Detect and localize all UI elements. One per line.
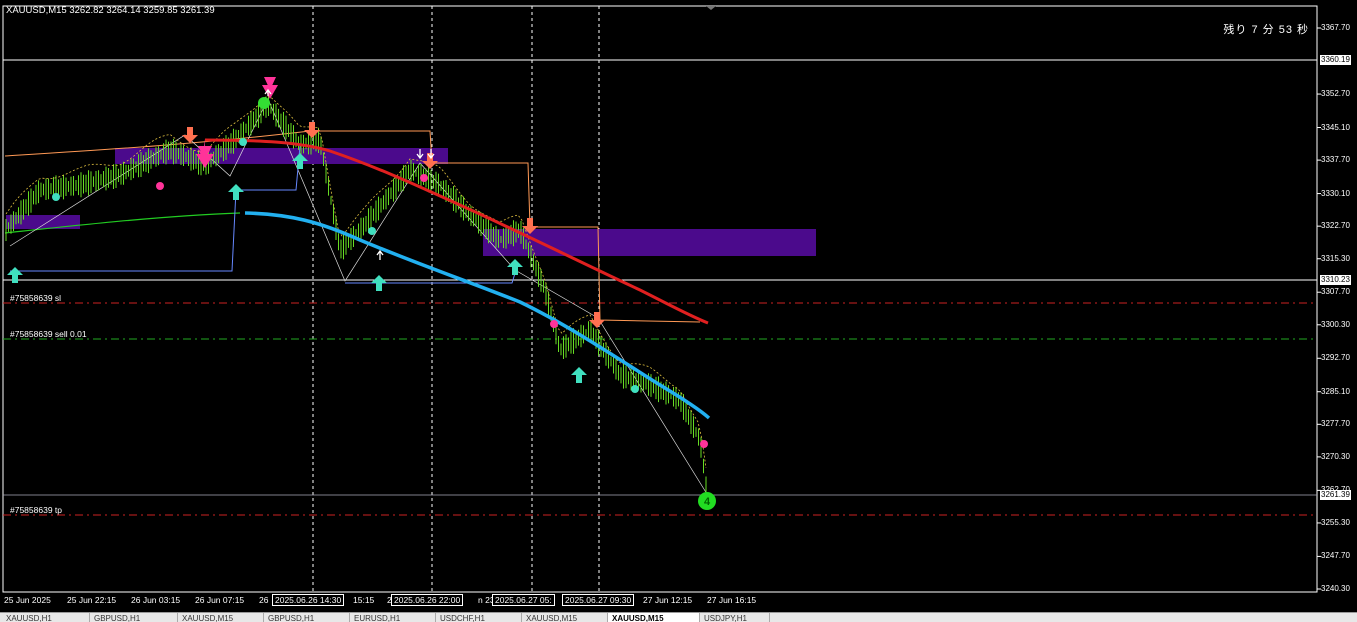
circle-marker: [368, 227, 376, 235]
current-bar-marker: 4: [698, 492, 716, 510]
support-steps-2: [345, 269, 517, 284]
vertical-markers: [312, 6, 600, 592]
circle-marker: [258, 97, 270, 109]
bar-countdown: 残り 7 分 53 秒: [1223, 24, 1309, 36]
time-label: 15:15: [353, 595, 375, 605]
price-tag-top: 3360.19: [1320, 55, 1351, 65]
time-label: 27 Jun 12:15: [643, 595, 693, 605]
up-arrow: [228, 184, 244, 200]
price-tick-label: 3300.30: [1321, 319, 1350, 329]
time-label: 26 Jun 03:15: [131, 595, 181, 605]
up-arrow: [7, 267, 23, 283]
price-tick-label: 3255.30: [1321, 517, 1350, 527]
circle-marker: [700, 440, 708, 448]
circle-marker: [631, 385, 639, 393]
up-arrow: [507, 259, 523, 275]
price-tick-label: 3315.30: [1321, 253, 1350, 263]
price-tick-label: 3367.70: [1321, 23, 1350, 32]
crosshair-time-label: 2025.06.26 22:00: [391, 594, 464, 606]
chart-window[interactable]: 4 XAUUSD,M15 3262.82 3264.14 3259.85 326…: [0, 0, 1357, 612]
order-sell-label[interactable]: #75858639 sell 0.01: [10, 329, 87, 340]
circle-marker: [52, 193, 60, 201]
crosshair-time-label: 2025.06.27 09:30: [562, 594, 635, 606]
price-tick-label: 3330.10: [1321, 188, 1350, 198]
crosshair-time-label: 2025.06.26 14:30: [272, 594, 345, 606]
price-tick-label: 3345.10: [1321, 122, 1350, 132]
price-tag-bid: 3261.39: [1320, 490, 1351, 500]
circle-marker: [550, 320, 558, 328]
down-arrow: [182, 127, 198, 143]
crosshair-time-label: 2025.06.27 05:: [492, 594, 555, 606]
symbol-info: XAUUSD,M15 3262.82 3264.14 3259.85 3261.…: [6, 5, 215, 16]
circle-marker: [156, 182, 164, 190]
price-chart[interactable]: 4: [0, 0, 1357, 612]
price-tick-label: 3307.70: [1321, 287, 1350, 297]
price-tick-label: 3322.70: [1321, 221, 1350, 231]
order-tp-label[interactable]: #75858639 tp: [10, 505, 62, 516]
time-label: 27 Jun 16:15: [707, 595, 757, 605]
price-tick-label: 3337.70: [1321, 155, 1350, 165]
time-label: 25 Jun 22:15: [67, 595, 117, 605]
time-label: 26 Jun 07:15: [195, 595, 245, 605]
up-arrow: [371, 275, 387, 291]
price-tick-label: 3240.30: [1321, 584, 1350, 593]
price-tick-label: 3352.70: [1321, 89, 1350, 99]
time-label: 26: [259, 595, 269, 605]
circle-marker: [239, 138, 247, 146]
down-arrow: [304, 122, 320, 138]
buy-signal-arrows: [7, 153, 587, 383]
price-tick-label: 3247.70: [1321, 551, 1350, 561]
circle-marker: [420, 174, 428, 182]
price-tick-label: 3277.70: [1321, 419, 1350, 429]
shift-marker: [706, 6, 716, 10]
price-tag-mid: 3310.23: [1320, 275, 1351, 285]
price-tick-label: 3292.70: [1321, 353, 1350, 363]
support-steps: [10, 145, 301, 272]
price-tick-label: 3285.10: [1321, 386, 1350, 396]
price-tick-label: 3270.30: [1321, 451, 1350, 461]
up-arrow: [571, 367, 587, 383]
order-sl-label[interactable]: #75858639 sl: [10, 293, 61, 304]
time-label: 25 Jun 2025: [4, 595, 51, 605]
svg-text:4: 4: [704, 496, 711, 508]
